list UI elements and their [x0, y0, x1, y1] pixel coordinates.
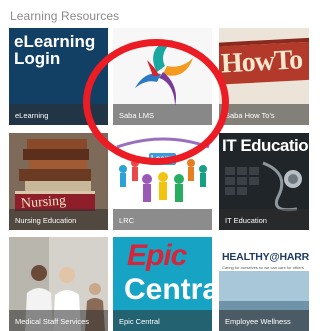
section-title: Learning Resources [10, 9, 120, 23]
tile-caption: eLearning [9, 104, 108, 125]
howto-banner-text: HowTo [220, 44, 303, 80]
tile-nursing-education[interactable]: Nursing Nursing Education [9, 133, 108, 230]
tile-caption-label: eLearning [15, 111, 49, 120]
elearning-heading: eLearning Login [14, 33, 95, 67]
tile-caption-label: Saba How To's [225, 111, 275, 120]
tile-caption-label: IT Education [225, 216, 267, 225]
tile-caption: Nursing Education [9, 209, 108, 230]
elearning-heading-line1: eLearning [14, 32, 96, 51]
tile-caption-label: Saba LMS [119, 111, 155, 120]
tile-medical-staff-services[interactable]: Medical Staff Services [9, 237, 108, 331]
tile-elearning[interactable]: eLearning Login eLearning [9, 28, 108, 125]
tile-caption-label: Medical Staff Services [15, 317, 90, 326]
tile-caption: Saba LMS [113, 104, 212, 125]
tile-caption: IT Education [219, 209, 309, 230]
learn-sign-text: Learn [151, 154, 173, 163]
tile-epic-central[interactable]: Epic Central Epic Central [113, 237, 212, 331]
central-logo-word: Central [124, 273, 212, 306]
tile-it-education[interactable]: IT Education IT Education [219, 133, 309, 230]
tile-employee-wellness[interactable]: HEALTHY@HARRIS Caring for ourselves so w… [219, 237, 309, 331]
tile-caption-label: Employee Wellness [225, 317, 291, 326]
tile-caption-label: Nursing Education [15, 216, 77, 225]
tile-saba-how-tos[interactable]: HowTo Saba How To's [219, 28, 309, 125]
tile-caption: LRC [113, 209, 212, 230]
tile-caption: Employee Wellness [219, 310, 309, 331]
tile-saba-lms[interactable]: Saba LMS [113, 28, 212, 125]
howto-banner: HowTo [219, 41, 309, 85]
tile-caption: Medical Staff Services [9, 310, 108, 331]
elearning-heading-line2: Login [14, 49, 61, 68]
tile-lrc[interactable]: Learn LRC [113, 133, 212, 230]
wellness-tagline: Caring for ourselves so we can care for … [222, 265, 304, 270]
tile-caption: Epic Central [113, 310, 212, 331]
epic-logo-word: Epic [127, 239, 187, 272]
tile-caption-label: LRC [119, 216, 135, 225]
tile-caption-label: Epic Central [119, 317, 160, 326]
tile-caption: Saba How To's [219, 104, 309, 125]
it-heading: IT Education [222, 136, 309, 155]
wellness-brand: HEALTHY@HARRIS [222, 251, 309, 263]
